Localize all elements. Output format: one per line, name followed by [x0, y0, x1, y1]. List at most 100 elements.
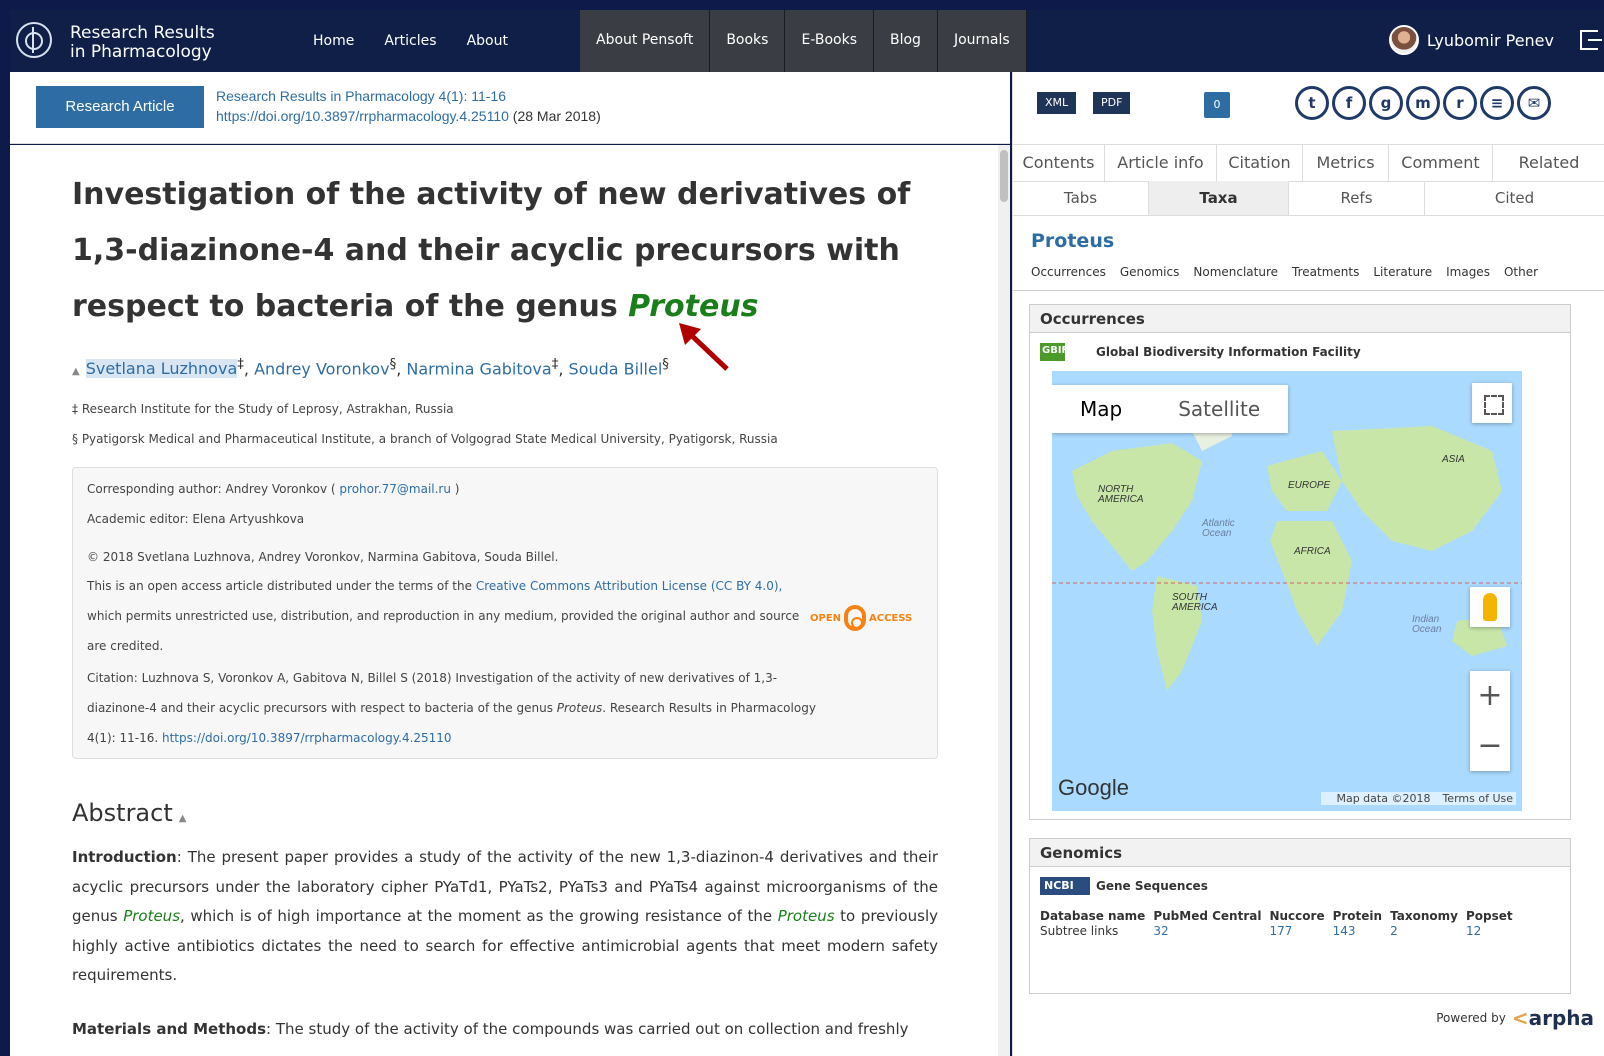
map-button[interactable]: Map	[1052, 385, 1150, 433]
corr-label: Corresponding author: Andrey Voronkov (	[87, 482, 340, 496]
license-link[interactable]: Creative Commons Attribution License (CC…	[476, 579, 783, 593]
article-tabs: Contents Article info Citation Metrics C…	[1013, 144, 1604, 182]
map-label: Atlantic Ocean	[1202, 519, 1235, 539]
author-affil-mark: ‡	[551, 357, 559, 372]
site-title-line1: Research Results	[70, 23, 215, 43]
nav-journals[interactable]: Journals	[937, 10, 1027, 72]
nav-home[interactable]: Home	[298, 10, 369, 72]
title-genus-link[interactable]: Proteus	[628, 289, 758, 324]
tab-citation[interactable]: Citation	[1217, 145, 1303, 181]
comment-count-badge[interactable]: 0	[1204, 92, 1230, 118]
license-text: This is an open access article distribut…	[87, 579, 782, 593]
tab-article-info[interactable]: Article info	[1105, 145, 1217, 181]
window-frame	[0, 0, 1604, 10]
journal-ref-link[interactable]: Research Results in Pharmacology 4(1): 1…	[216, 86, 601, 106]
mendeley-icon[interactable]: m	[1406, 86, 1440, 120]
tab-tabs[interactable]: Tabs	[1013, 181, 1149, 215]
subnav-genomics[interactable]: Genomics	[1120, 265, 1180, 279]
zoom-out-icon[interactable]: −	[1470, 721, 1510, 771]
tab-contents[interactable]: Contents	[1013, 145, 1105, 181]
terms-of-use-link[interactable]: Terms of Use	[1442, 792, 1513, 805]
doi-link[interactable]: https://doi.org/10.3897/rrpharmacology.4…	[216, 108, 509, 124]
top-navbar: Research Results in Pharmacology Home Ar…	[10, 10, 1604, 72]
zoom-control: + −	[1470, 671, 1510, 771]
subnav-occurrences[interactable]: Occurrences	[1031, 265, 1106, 279]
pegman-icon[interactable]	[1470, 587, 1510, 627]
cite-pre: diazinone-4 and their acyclic precursors…	[87, 701, 557, 715]
collapse-authors-icon[interactable]: ▲	[72, 366, 80, 377]
google-plus-icon[interactable]: g	[1369, 86, 1403, 120]
table-cell-link[interactable]: 177	[1269, 924, 1332, 939]
tab-taxa[interactable]: Taxa	[1149, 181, 1289, 215]
scrollbar-track[interactable]	[998, 145, 1010, 1056]
abstract-heading: Abstract ▲	[72, 799, 186, 827]
taxon-heading[interactable]: Proteus	[1031, 230, 1114, 252]
genus-link[interactable]: Proteus	[123, 907, 180, 925]
site-title[interactable]: Research Results in Pharmacology	[70, 24, 240, 62]
ncbi-source: NCBI Gene Sequences	[1040, 877, 1208, 895]
genus-link[interactable]: Proteus	[778, 907, 835, 925]
arpha-logo[interactable]: <arpha	[1512, 1006, 1594, 1030]
author-link[interactable]: Narmina Gabitova	[406, 359, 551, 378]
scrollbar-thumb[interactable]	[1000, 150, 1008, 202]
column-header: Database name	[1040, 909, 1146, 923]
tab-cited[interactable]: Cited	[1425, 181, 1604, 215]
zoom-in-icon[interactable]: +	[1470, 671, 1510, 721]
journal-logo-icon[interactable]	[16, 22, 52, 58]
citation-doi-link[interactable]: https://doi.org/10.3897/rrpharmacology.4…	[162, 731, 452, 745]
subnav-literature[interactable]: Literature	[1373, 265, 1432, 279]
email-link[interactable]: prohor.77@mail.ru	[339, 482, 451, 496]
author-link[interactable]: Svetlana Luzhnova	[85, 359, 238, 379]
twitter-icon[interactable]: t	[1295, 86, 1329, 120]
reddit-icon[interactable]: r	[1443, 86, 1477, 120]
subnav-other[interactable]: Other	[1504, 265, 1538, 279]
map-label-samerica: AMERICA	[1172, 602, 1218, 613]
open-lock-icon	[844, 605, 867, 631]
map-data-attribution: Map data ©2018	[1336, 792, 1431, 805]
column-header: Popset	[1465, 909, 1513, 923]
nav-articles[interactable]: Articles	[369, 10, 451, 72]
table-cell-link[interactable]: 2	[1390, 924, 1466, 939]
xml-button[interactable]: XML	[1037, 92, 1077, 114]
affiliation: § Pyatigorsk Medical and Pharmaceutical …	[72, 432, 778, 446]
table-cell-link[interactable]: 143	[1333, 924, 1391, 939]
subnav-images[interactable]: Images	[1446, 265, 1490, 279]
tab-comment[interactable]: Comment	[1389, 145, 1493, 181]
table-cell-link[interactable]: 12	[1466, 924, 1521, 939]
journal-reference: Research Results in Pharmacology 4(1): 1…	[216, 86, 601, 126]
abstract-introduction: Introduction: The present paper provides…	[72, 843, 938, 991]
open-access-logo: OPEN ACCESS	[810, 605, 912, 631]
tab-metrics[interactable]: Metrics	[1303, 145, 1389, 181]
powered-label: Powered by	[1436, 1011, 1506, 1025]
main-nav: Home Articles About	[298, 10, 523, 72]
print-icon[interactable]: ≡	[1480, 86, 1514, 120]
occurrence-map[interactable]: Map Satellite NORTH AMERICA EUROPE ASIA A…	[1052, 371, 1522, 811]
nav-books[interactable]: Books	[710, 10, 786, 72]
tab-refs[interactable]: Refs	[1289, 181, 1425, 215]
pdf-button[interactable]: PDF	[1093, 92, 1131, 114]
google-logo: Google	[1058, 775, 1129, 800]
article-type-badge: Research Article	[36, 86, 204, 128]
facebook-icon[interactable]: f	[1332, 86, 1366, 120]
tab-related[interactable]: Related	[1493, 145, 1604, 181]
fullscreen-icon[interactable]	[1472, 383, 1512, 423]
author-link[interactable]: Andrey Voronkov	[254, 359, 389, 378]
subnav-nomenclature[interactable]: Nomenclature	[1193, 265, 1278, 279]
collapse-abstract-icon[interactable]: ▲	[179, 813, 187, 824]
nav-about-pensoft[interactable]: About Pensoft	[580, 10, 711, 72]
table-cell-link[interactable]: 32	[1153, 924, 1269, 939]
nav-ebooks[interactable]: E-Books	[785, 10, 874, 72]
subnav-treatments[interactable]: Treatments	[1292, 265, 1359, 279]
article-main: Investigation of the activity of new der…	[10, 145, 998, 1056]
nav-about[interactable]: About	[452, 10, 523, 72]
email-icon[interactable]: ✉	[1517, 86, 1551, 120]
user-menu[interactable]: Lyubomir Penev	[1388, 25, 1554, 55]
author-link[interactable]: Souda Billel	[569, 359, 663, 378]
corresponding-author: Corresponding author: Andrey Voronkov ( …	[87, 482, 459, 496]
column-header: Taxonomy	[1390, 909, 1458, 923]
nav-blog[interactable]: Blog	[874, 10, 938, 72]
logout-icon[interactable]	[1580, 30, 1602, 50]
map-label: NORTH AMERICA	[1098, 485, 1144, 505]
satellite-button[interactable]: Satellite	[1150, 385, 1288, 433]
north-america-shape	[1072, 443, 1202, 571]
